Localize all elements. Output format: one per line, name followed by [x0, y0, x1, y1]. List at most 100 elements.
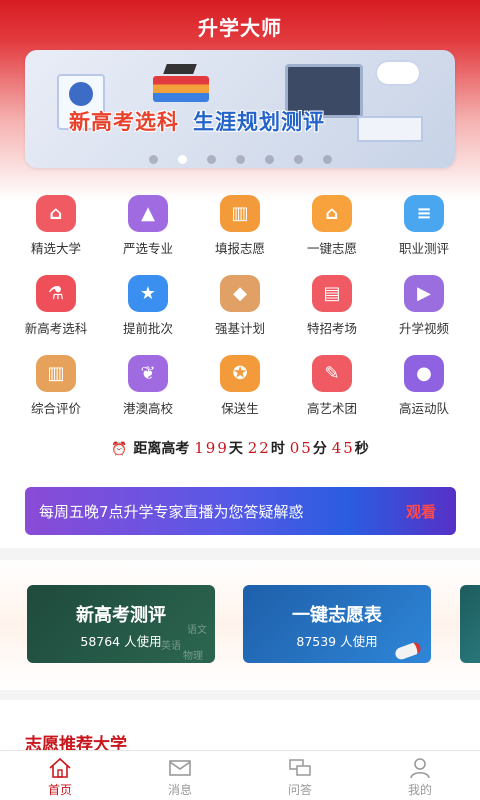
- carousel-dots: [25, 155, 455, 164]
- grid-item[interactable]: ◆ 强基计划: [194, 275, 286, 337]
- avatar-illustration: [69, 82, 93, 106]
- countdown-seconds: 45: [331, 439, 355, 457]
- countdown-minutes-unit: 分: [312, 441, 327, 457]
- flask-icon: ⚗: [36, 275, 76, 312]
- next-card-peek[interactable]: [460, 585, 480, 663]
- ball-icon: ●: [404, 355, 444, 392]
- leaf-icon: ❦: [128, 355, 168, 392]
- chat-icon: [288, 757, 312, 779]
- grid-item-label: 综合评价: [30, 401, 81, 416]
- grid-item-label: 职业测评: [398, 241, 449, 256]
- carousel-dot[interactable]: [148, 155, 158, 164]
- gears-illustration: [375, 60, 421, 86]
- grid-item[interactable]: ✪ 保送生: [194, 355, 286, 417]
- palette-icon: ✎: [312, 355, 352, 392]
- grid-item-label: 填报志愿: [214, 241, 265, 256]
- tab-home[interactable]: 首页: [0, 751, 120, 800]
- video-icon: ▶: [404, 275, 444, 312]
- app-title: 升学大师: [198, 16, 282, 40]
- grid-item-label: 高运动队: [398, 401, 449, 416]
- carousel-dot[interactable]: [177, 155, 187, 164]
- books-illustration: [153, 76, 209, 102]
- banner-text-red: 新高考选科: [69, 110, 179, 134]
- cap-illustration: [163, 64, 197, 74]
- home-flag-icon: ⌂: [312, 195, 352, 232]
- countdown-minutes: 05: [289, 439, 313, 457]
- user-icon: [408, 757, 432, 779]
- chat-card-icon: ▤: [312, 275, 352, 312]
- carousel-dot[interactable]: [293, 155, 303, 164]
- grid-item[interactable]: ● 高运动队: [378, 355, 470, 417]
- grid-item[interactable]: ★ 提前批次: [102, 275, 194, 337]
- grid-item-label: 港澳高校: [122, 401, 173, 416]
- board-illustration: [357, 116, 423, 142]
- tool-cards-carousel: 语文 英语 物理 新高考测评 58764 人使用 一键志愿表 87539 人使用: [0, 560, 480, 690]
- form-icon: ▥: [220, 195, 260, 232]
- watch-button[interactable]: 观看: [406, 501, 436, 522]
- banner-carousel[interactable]: 新高考选科 生涯规划测评: [25, 50, 455, 168]
- tab-label: 问答: [287, 783, 312, 797]
- countdown-label: 距离高考: [133, 441, 190, 457]
- banner-headline: 新高考选科 生涯规划测评: [69, 106, 325, 136]
- card-title: 新高考测评: [76, 605, 166, 626]
- university-icon: ⌂: [36, 195, 76, 232]
- home-icon: [48, 757, 72, 779]
- grid-item-label: 提前批次: [122, 321, 173, 336]
- countdown-days-unit: 天: [228, 441, 243, 457]
- grid-item[interactable]: ▥ 填报志愿: [194, 195, 286, 257]
- grid-item[interactable]: ▲ 严选专业: [102, 195, 194, 257]
- carousel-dot[interactable]: [235, 155, 245, 164]
- tab-label: 首页: [47, 783, 72, 797]
- graduation-cap-icon: ◆: [220, 275, 260, 312]
- exam-countdown: ⏰ 距离高考 199天 22时 05分 45秒: [0, 438, 480, 458]
- grid-item[interactable]: ✎ 高艺术团: [286, 355, 378, 417]
- grid-item-label: 一键志愿: [306, 241, 357, 256]
- live-stream-banner[interactable]: 每周五晚7点升学专家直播为您答疑解惑 观看: [25, 487, 456, 535]
- grid-item[interactable]: ▤ 特招考场: [286, 275, 378, 337]
- compass-icon: ▲: [128, 195, 168, 232]
- live-stream-text: 每周五晚7点升学专家直播为您答疑解惑: [39, 502, 304, 521]
- mail-icon: [168, 757, 192, 779]
- card-usage: 58764 人使用: [80, 634, 162, 649]
- grid-item[interactable]: ⌂ 精选大学: [10, 195, 102, 257]
- one-click-volunteer-card[interactable]: 一键志愿表 87539 人使用: [243, 585, 431, 663]
- tab-chat[interactable]: 问答: [240, 751, 360, 800]
- carousel-dot[interactable]: [206, 155, 216, 164]
- tab-user[interactable]: 我的: [360, 751, 480, 800]
- grid-item-label: 特招考场: [306, 321, 357, 336]
- countdown-hours: 22: [247, 439, 271, 457]
- grid-item[interactable]: ▶ 升学视频: [378, 275, 470, 337]
- countdown-hours-unit: 时: [270, 441, 285, 457]
- grid-item-label: 严选专业: [122, 241, 173, 256]
- grid-item[interactable]: ≡ 职业测评: [378, 195, 470, 257]
- tab-label: 消息: [167, 783, 192, 797]
- document-icon: ≡: [404, 195, 444, 232]
- section-divider: [0, 690, 480, 700]
- countdown-days: 199: [194, 439, 229, 457]
- grid-item-label: 高艺术团: [306, 401, 357, 416]
- banner-text-blue: 生涯规划测评: [193, 110, 325, 134]
- section-divider: [0, 548, 480, 560]
- star-icon: ★: [128, 275, 168, 312]
- carousel-dot[interactable]: [264, 155, 274, 164]
- grid-item[interactable]: ❦ 港澳高校: [102, 355, 194, 417]
- grid-item[interactable]: ⌂ 一键志愿: [286, 195, 378, 257]
- tab-label: 我的: [407, 783, 432, 797]
- grid-item-label: 强基计划: [214, 321, 265, 336]
- feature-grid: ⌂ 精选大学 ▲ 严选专业 ▥ 填报志愿 ⌂ 一键志愿 ≡ 职业测评 ⚗ 新高考选科 ★ 提前批次 ◆ 强基计…: [10, 195, 470, 417]
- tab-mail[interactable]: 消息: [120, 751, 240, 800]
- card-title: 一键志愿表: [292, 605, 382, 626]
- countdown-seconds-unit: 秒: [354, 441, 369, 457]
- bottom-tab-bar: 首页 消息 问答 我的: [0, 750, 480, 800]
- grid-item-label: 新高考选科: [24, 321, 88, 336]
- new-gaokao-test-card[interactable]: 语文 英语 物理 新高考测评 58764 人使用: [27, 585, 215, 663]
- alarm-clock-icon: ⏰: [111, 442, 128, 457]
- grid-item-label: 精选大学: [30, 241, 81, 256]
- grid-item-label: 保送生: [221, 401, 259, 416]
- grid-item-label: 升学视频: [398, 321, 449, 336]
- grid-item[interactable]: ⚗ 新高考选科: [10, 275, 102, 337]
- grid-item[interactable]: ▥ 综合评价: [10, 355, 102, 417]
- medal-icon: ✪: [220, 355, 260, 392]
- carousel-dot[interactable]: [322, 155, 332, 164]
- books-icon: ▥: [36, 355, 76, 392]
